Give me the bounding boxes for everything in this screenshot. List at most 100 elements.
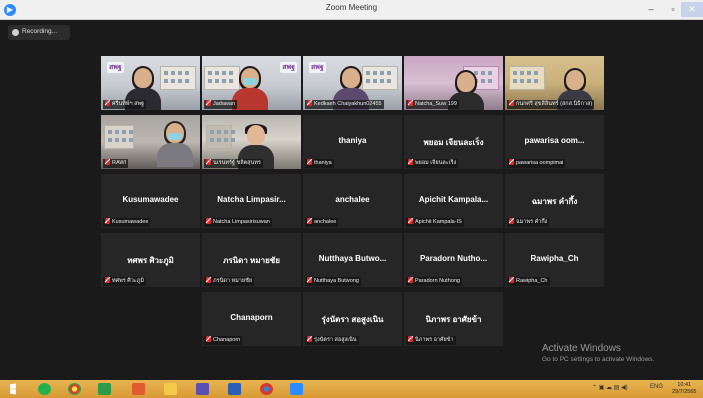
participant-display-name: Apichit Kampala... — [418, 195, 489, 204]
mic-muted-icon — [408, 218, 413, 224]
participant-name-tag: กนกศรี สุขสิลินทร์ (สกส.นิธิกาล) — [507, 100, 595, 109]
participant-name-tag: Jadawan — [204, 100, 238, 109]
participant-figure — [157, 121, 193, 167]
participant-tile[interactable]: Natcha Limpasir... Natcha Limpasirisuwan — [202, 174, 301, 228]
participant-name-tag: pawarisa oompimai — [507, 159, 566, 168]
participant-name-tag: นิภาพร อาศัยข้า — [406, 336, 456, 345]
input-language[interactable]: ENG — [650, 384, 663, 390]
participant-name-tag: Natcha_Suw 199 — [406, 100, 459, 109]
windows-start-icon[interactable] — [10, 383, 16, 395]
mic-muted-icon — [408, 100, 413, 106]
participant-name-tag: Rawipha_Ch — [507, 277, 550, 286]
record-icon — [12, 29, 19, 36]
participant-tile[interactable]: Natcha_Suw 199 — [404, 56, 503, 110]
zoom-taskbar-icon[interactable] — [290, 383, 303, 395]
participant-name-tag: Chanaporn — [204, 336, 243, 345]
clock-date: 29/7/2565 — [672, 389, 697, 395]
participant-display-name: ภรนิดา หมายชัย — [223, 256, 280, 265]
mic-muted-icon — [307, 336, 312, 342]
clock-time: 10:41 — [677, 382, 692, 388]
mic-muted-icon — [105, 277, 110, 283]
title-bar: ▶ Zoom Meeting – ▫ ✕ — [0, 0, 703, 20]
participant-tile[interactable]: pawarisa oom... pawarisa oompimai — [505, 115, 604, 169]
participant-display-name: Natcha Limpasir... — [217, 195, 286, 204]
participant-tile[interactable]: Kusumawadee Kusumawadee — [101, 174, 200, 228]
mic-muted-icon — [307, 159, 312, 165]
participant-tile[interactable]: anchalee anchalee — [303, 174, 402, 228]
participant-tile-active-speaker[interactable]: สพฐ Kedkaeh Chaiyakhun02455 — [303, 56, 402, 110]
mic-muted-icon — [206, 218, 211, 224]
file-explorer-icon[interactable] — [164, 383, 177, 395]
participant-tile[interactable]: รุ่งนัตรา สอสูงเนิน รุ่งนัตรา สอสูงเนิน — [303, 292, 402, 346]
mic-muted-icon — [509, 100, 514, 106]
mic-muted-icon — [105, 159, 110, 165]
mic-muted-icon — [206, 159, 211, 165]
app-icon[interactable] — [196, 383, 209, 395]
participant-name-tag: RAWI — [103, 159, 129, 168]
participant-display-name: ทศพร ศิวะภูมิ — [127, 256, 174, 265]
participant-name-tag: ศรีนทิพ์ฯ สพฐ — [103, 100, 147, 109]
participant-name-tag: ฉมาพร คำกึ้ง — [507, 218, 550, 227]
activate-windows-title: Activate Windows — [542, 343, 621, 354]
participant-display-name: รุ่งนัตรา สอสูงเนิน — [321, 315, 384, 324]
chrome-icon[interactable] — [68, 383, 81, 395]
mic-muted-icon — [307, 100, 312, 106]
participant-tile[interactable]: ภรนิดา หมายชัย ภรนิดา หมายชัย — [202, 233, 301, 287]
brand-logo-icon: สพฐ — [107, 62, 124, 73]
participant-tile[interactable]: นเรนทร์ฐ์ ชลิตสุนทร — [202, 115, 301, 169]
minimize-button[interactable]: – — [640, 2, 662, 17]
participant-tile[interactable]: RAWI — [101, 115, 200, 169]
participant-display-name: pawarisa oom... — [524, 136, 585, 145]
recording-indicator[interactable]: Recording... — [8, 25, 70, 40]
participant-name-tag: Kedkaeh Chaiyakhun02455 — [305, 100, 384, 109]
mic-muted-icon — [509, 277, 514, 283]
participant-tile[interactable]: กนกศรี สุขสิลินทร์ (สกส.นิธิกาล) — [505, 56, 604, 110]
participant-name-tag: Apichit Kampala-IS — [406, 218, 464, 227]
mic-muted-icon — [206, 336, 211, 342]
room-background — [509, 66, 545, 90]
mic-muted-icon — [408, 159, 413, 165]
zoom-app-window: ▶ Zoom Meeting – ▫ ✕ Recording... สพฐ ศร… — [0, 0, 703, 398]
participant-tile[interactable]: Nutthaya Butwo... Nutthaya Butwong — [303, 233, 402, 287]
room-background — [206, 125, 238, 149]
close-button[interactable]: ✕ — [681, 2, 703, 17]
participant-tile[interactable]: พยอม เจียนละเร็ง พยอม เจียนละเร็ง — [404, 115, 503, 169]
line-app-icon[interactable] — [38, 383, 51, 395]
participant-name-tag: ทศพร ศิวะภูมิ — [103, 277, 147, 286]
participant-display-name: Rawipha_Ch — [530, 254, 579, 263]
participant-tile[interactable]: Rawipha_Ch Rawipha_Ch — [505, 233, 604, 287]
brand-logo-icon: สพฐ — [309, 62, 326, 73]
system-tray-icons[interactable]: ⌃ ▣ ☁ ▤ ◀) — [592, 384, 628, 391]
participant-tile[interactable]: ทศพร ศิวะภูมิ ทศพร ศิวะภูมิ — [101, 233, 200, 287]
participant-tile[interactable]: Chanaporn Chanaporn — [202, 292, 301, 346]
participant-display-name: พยอม เจียนละเร็ง — [423, 138, 484, 147]
chrome-icon[interactable] — [260, 383, 273, 395]
powerpoint-icon[interactable] — [132, 383, 145, 395]
participant-tile[interactable]: สพฐ Jadawan — [202, 56, 301, 110]
participant-tile[interactable]: Paradorn Nutho... Paradorn Nuthong — [404, 233, 503, 287]
participant-display-name: Kusumawadee — [122, 195, 179, 204]
participant-tile[interactable]: ฉมาพร คำกึ้ง ฉมาพร คำกึ้ง — [505, 174, 604, 228]
mic-muted-icon — [105, 218, 110, 224]
participant-name-tag: thaniya — [305, 159, 334, 168]
mic-muted-icon — [105, 100, 110, 106]
participant-tile[interactable]: Apichit Kampala... Apichit Kampala-IS — [404, 174, 503, 228]
mic-muted-icon — [206, 277, 211, 283]
participant-display-name: Paradorn Nutho... — [419, 254, 488, 263]
taskbar-clock[interactable]: 10:41 29/7/2565 — [672, 382, 696, 396]
word-icon[interactable] — [228, 383, 241, 395]
mic-muted-icon — [307, 277, 312, 283]
participant-display-name: นิภาพร อาศัยข้า — [425, 315, 482, 324]
excel-icon[interactable] — [98, 383, 111, 395]
participant-tile[interactable]: thaniya thaniya — [303, 115, 402, 169]
window-title: Zoom Meeting — [325, 3, 378, 12]
participant-display-name: ฉมาพร คำกึ้ง — [531, 197, 578, 206]
participant-name-tag: anchalee — [305, 218, 339, 227]
mic-muted-icon — [408, 277, 413, 283]
participant-name-tag: พยอม เจียนละเร็ง — [406, 159, 459, 168]
participant-tile[interactable]: สพฐ ศรีนทิพ์ฯ สพฐ — [101, 56, 200, 110]
mic-muted-icon — [509, 218, 514, 224]
participant-name-tag: Natcha Limpasirisuwan — [204, 218, 272, 227]
participant-display-name: thaniya — [338, 136, 367, 145]
participant-tile[interactable]: นิภาพร อาศัยข้า นิภาพร อาศัยข้า — [404, 292, 503, 346]
